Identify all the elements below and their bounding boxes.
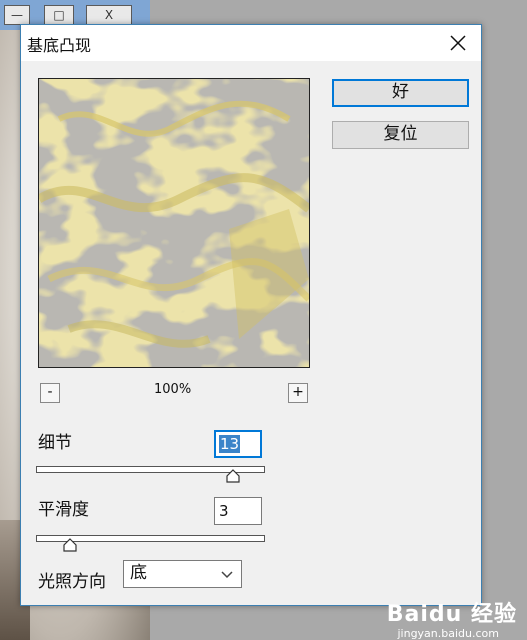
close-button[interactable] — [435, 25, 481, 61]
light-direction-select[interactable]: 底 — [123, 560, 242, 588]
ok-button[interactable]: 好 — [332, 79, 469, 107]
smoothness-value: 3 — [219, 502, 229, 520]
zoom-in-button[interactable]: + — [288, 383, 308, 403]
detail-value: 13 — [219, 435, 241, 453]
reset-button[interactable]: 复位 — [332, 121, 469, 149]
dialog-titlebar: 基底凸现 — [21, 25, 481, 61]
light-direction-label: 光照方向 — [38, 572, 106, 592]
zoom-level: 100% — [154, 382, 192, 397]
bas-relief-dialog: 基底凸现 - 100% + 好 复位 细节 13 平滑度 3 光照方向 底 — [20, 24, 482, 606]
zoom-out-button[interactable]: - — [40, 383, 60, 403]
close-icon — [450, 35, 466, 51]
smoothness-input[interactable]: 3 — [214, 497, 262, 525]
bg-maximize-button[interactable]: □ — [44, 5, 74, 25]
baidu-watermark: Baidu 经验 — [386, 602, 517, 627]
filter-preview[interactable] — [38, 78, 310, 368]
bg-minimize-button[interactable]: — — [4, 5, 30, 25]
detail-input[interactable]: 13 — [214, 430, 262, 458]
smoothness-slider-thumb[interactable] — [63, 538, 77, 552]
chevron-down-icon — [221, 571, 233, 579]
dialog-title: 基底凸现 — [27, 36, 92, 55]
light-direction-value: 底 — [130, 563, 147, 583]
preview-image — [39, 79, 309, 367]
smoothness-label: 平滑度 — [38, 500, 89, 520]
baidu-watermark-url: jingyan.baidu.com — [397, 627, 499, 640]
bg-close-button[interactable]: X — [86, 5, 132, 25]
detail-slider-thumb[interactable] — [226, 469, 240, 483]
detail-label: 细节 — [38, 433, 72, 453]
